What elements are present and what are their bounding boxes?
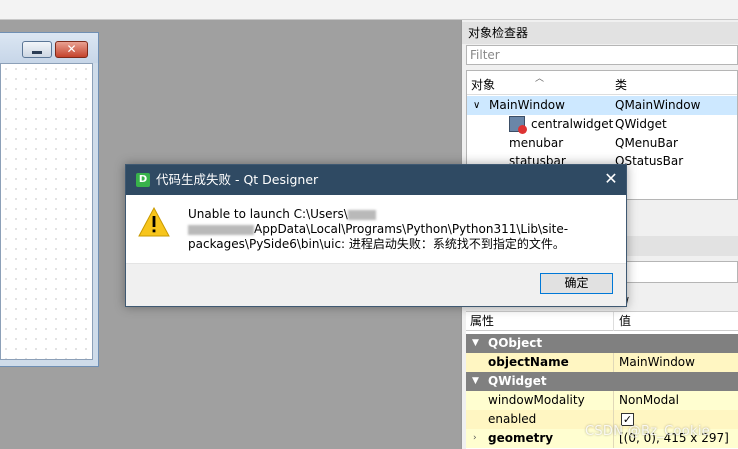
property-value[interactable]: NonModal [615,391,738,410]
dialog-title: 代码生成失败 - Qt Designer [156,172,319,187]
property-class-label: ow [612,290,738,310]
watermark: CSDN @Bz_Cookie [585,424,711,439]
redacted-username [347,209,376,220]
message-line-3: packages\PySide6\bin\uic: 进程启动失败：系统找不到指定… [188,237,565,251]
dialog-message: Unable to launch C:\Users\ AppData\Local… [188,207,608,252]
tree-row-centralwidget[interactable]: centralwidget QWidget [467,115,737,134]
warning-icon [138,207,170,237]
category-label: QWidget [488,374,547,388]
column-property[interactable]: 属性 [466,312,614,331]
sort-up-icon: ︿ [535,74,545,84]
property-table-header: 属性 值 [466,312,738,331]
widget-icon [509,116,527,134]
object-name: menubar [509,136,564,150]
property-name: objectName [466,353,614,372]
object-inspector-title: 对象检查器 [462,22,738,44]
message-line-2: AppData\Local\Programs\Python\Python311\… [188,222,608,237]
minimize-button[interactable] [22,41,52,58]
property-name: windowModality [466,391,614,410]
category-qwidget[interactable]: ▼ QWidget [466,372,738,391]
message-line-1: Unable to launch C:\Users\ [188,207,608,222]
object-tree-header: 对象 ︿ 类 [467,71,737,95]
close-icon: ✕ [66,42,77,56]
column-object[interactable]: 对象 [471,71,495,95]
object-name: centralwidget [531,117,614,131]
form-window[interactable]: ✕ [0,32,99,367]
column-class[interactable]: 类 [615,71,627,95]
form-close-button[interactable]: ✕ [55,41,88,58]
tree-row-menubar[interactable]: menubar QMenuBar [467,134,737,153]
object-class: QMenuBar [615,136,678,150]
object-name: MainWindow [489,98,565,112]
object-filter-input[interactable]: Filter [466,45,738,65]
top-toolbar-strip [0,0,738,20]
property-row-objectname[interactable]: objectName MainWindow [466,353,738,372]
qt-designer-icon: D [136,173,150,187]
error-dialog: D 代码生成失败 - Qt Designer ✕ Unable to launc… [125,164,627,307]
object-class: QMainWindow [615,98,701,112]
dialog-close-button[interactable]: ✕ [596,165,626,195]
ok-button[interactable]: 确定 [540,273,613,294]
form-canvas-grid[interactable] [0,63,93,360]
minimize-icon [32,51,42,54]
category-label: QObject [488,336,543,350]
dialog-title-bar[interactable]: D 代码生成失败 - Qt Designer ✕ [126,165,626,195]
redacted-username [188,224,254,235]
tree-row-mainwindow[interactable]: ∨ MainWindow QMainWindow [467,96,737,115]
property-value[interactable]: MainWindow [615,353,738,372]
expand-chevron-icon[interactable]: ∨ [473,96,480,115]
category-qobject[interactable]: ▼ QObject [466,334,738,353]
object-class: QWidget [615,117,667,131]
column-value[interactable]: 值 [615,312,738,331]
property-row-windowmodality[interactable]: windowModality NonModal [466,391,738,410]
form-window-caption[interactable]: ✕ [0,33,98,63]
dialog-button-bar: 确定 [126,263,626,306]
